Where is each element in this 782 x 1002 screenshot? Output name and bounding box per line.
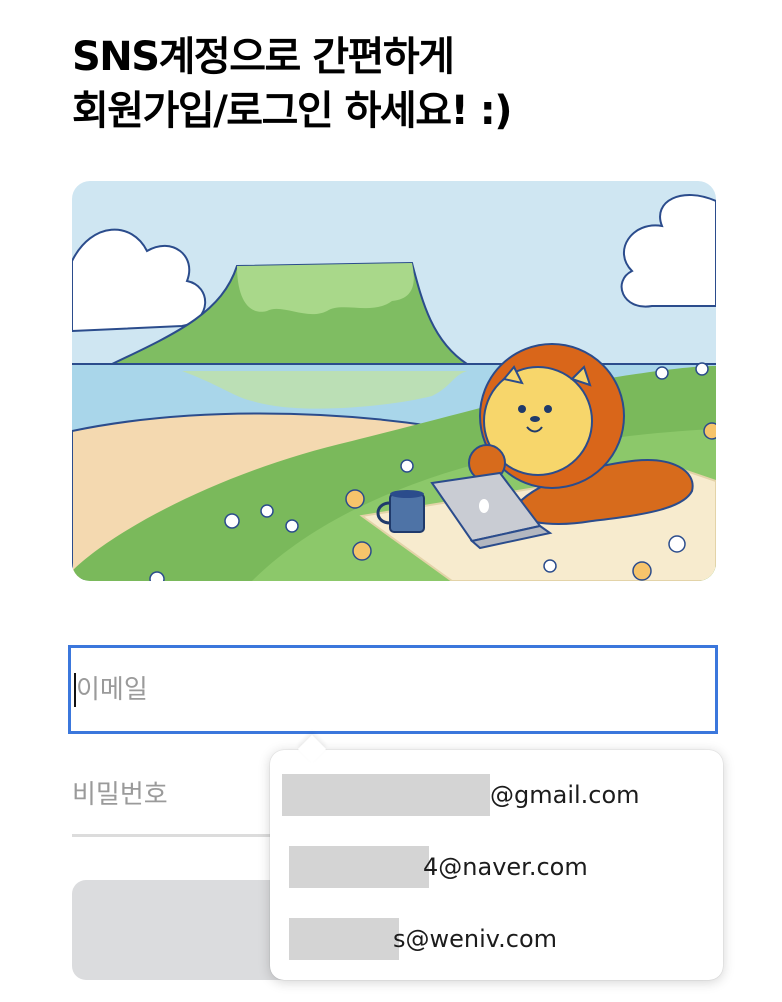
email-field[interactable] — [68, 645, 718, 734]
text-caret — [74, 673, 76, 707]
email-input[interactable] — [71, 648, 715, 731]
autofill-suggestion-naver[interactable]: 4@naver.com — [270, 839, 723, 895]
autofill-suggestion-gmail[interactable]: @gmail.com — [270, 767, 723, 823]
suggestion-domain: @gmail.com — [490, 781, 640, 809]
page-title: SNS계정으로 간편하게 회원가입/로그인 하세요! :) — [72, 30, 512, 138]
email-autofill-dropdown[interactable]: @gmail.com 4@naver.com s@weniv.com — [270, 734, 723, 980]
suggestion-domain: s@weniv.com — [393, 925, 558, 953]
hero-illustration — [72, 181, 716, 581]
redacted-username — [289, 846, 429, 888]
redacted-username — [282, 774, 490, 816]
autofill-suggestion-weniv[interactable]: s@weniv.com — [270, 911, 723, 967]
page-title-line-1: SNS계정으로 간편하게 — [72, 34, 455, 80]
page-title-line-2: 회원가입/로그인 하세요! :) — [72, 88, 512, 134]
suggestion-domain: 4@naver.com — [423, 853, 588, 881]
redacted-username — [289, 918, 399, 960]
dropdown-arrow — [297, 734, 327, 764]
